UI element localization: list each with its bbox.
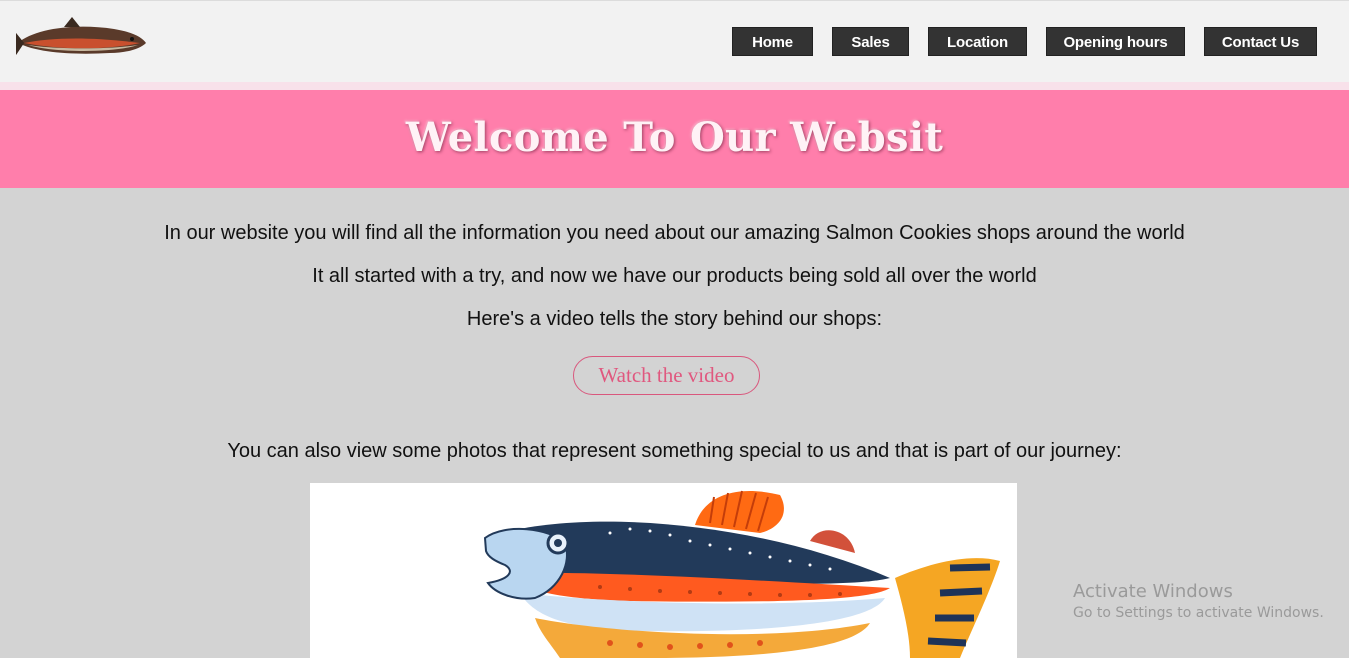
page-title: Welcome To Our Websit [405,114,944,161]
windows-activation-watermark: Activate Windows Go to Settings to activ… [1073,581,1324,621]
salmon-photo [310,483,1017,658]
nav-home-button[interactable]: Home [732,27,813,56]
intro-paragraph: In our website you will find all the inf… [164,222,1185,244]
header-bar: Home Sales Location Opening hours Contac… [0,0,1349,82]
video-intro-paragraph: Here's a video tells the story behind ou… [466,308,883,330]
header-divider [0,82,1349,90]
nav-sales-button[interactable]: Sales [832,27,909,56]
nav-contact-button[interactable]: Contact Us [1204,27,1317,56]
watch-video-button[interactable]: Watch the video [573,356,760,395]
painted-salmon-icon [483,490,1000,658]
watermark-subtitle: Go to Settings to activate Windows. [1073,605,1324,621]
story-paragraph: It all started with a try, and now we ha… [312,265,1037,287]
welcome-banner: Welcome To Our Websit [0,90,1349,188]
nav-location-button[interactable]: Location [928,27,1027,56]
photos-intro-paragraph: You can also view some photos that repre… [227,440,1122,462]
watermark-title: Activate Windows [1073,581,1233,602]
salmon-logo-icon[interactable] [14,15,148,61]
nav-opening-hours-button[interactable]: Opening hours [1046,27,1185,56]
